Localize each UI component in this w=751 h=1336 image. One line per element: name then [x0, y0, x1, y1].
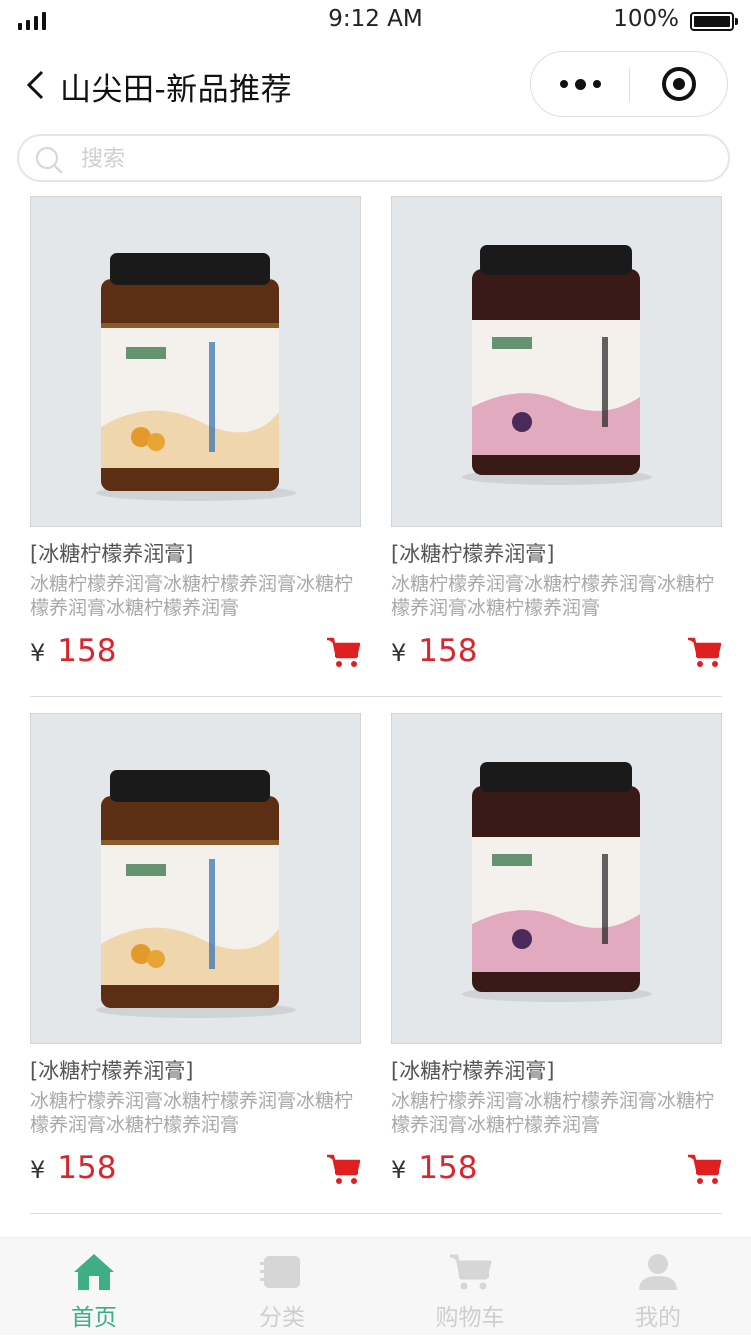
row-divider [30, 1213, 722, 1214]
product-price: ¥ 158 [391, 633, 477, 669]
status-bar: 9:12 AM 100% [0, 0, 751, 44]
product-name: [冰糖柠檬养润膏] [30, 1059, 194, 1083]
cart-icon [450, 1254, 492, 1290]
mini-program-capsule [530, 51, 728, 117]
tab-label: 首页 [71, 1305, 117, 1331]
add-to-cart-icon[interactable] [686, 1153, 722, 1187]
product-description: 冰糖柠檬养润膏冰糖柠檬养润膏冰糖柠檬养润膏冰糖柠檬养润膏 [30, 1090, 354, 1136]
page-title: 山尖田-新品推荐 [60, 72, 293, 108]
product-price: ¥ 158 [30, 1150, 116, 1186]
product-image[interactable] [391, 196, 722, 527]
user-icon [639, 1254, 677, 1290]
product-description: 冰糖柠檬养润膏冰糖柠檬养润膏冰糖柠檬养润膏冰糖柠檬养润膏 [30, 573, 354, 619]
product-card[interactable]: [冰糖柠檬养润膏] 冰糖柠檬养润膏冰糖柠檬养润膏冰糖柠檬养润膏冰糖柠檬养润膏 ¥… [30, 196, 361, 669]
price-value: 158 [57, 1150, 117, 1186]
product-price: ¥ 158 [30, 633, 116, 669]
product-image[interactable] [391, 713, 722, 1044]
add-to-cart-icon[interactable] [686, 636, 722, 670]
add-to-cart-icon[interactable] [325, 636, 361, 670]
product-name: [冰糖柠檬养润膏] [391, 1059, 555, 1083]
category-icon [260, 1256, 300, 1288]
price-value: 158 [57, 633, 117, 669]
dot-icon [574, 78, 586, 90]
add-to-cart-icon[interactable] [325, 1153, 361, 1187]
price-value: 158 [418, 1150, 478, 1186]
currency-symbol: ¥ [30, 1156, 46, 1184]
tab-label: 购物车 [435, 1305, 505, 1331]
product-description: 冰糖柠檬养润膏冰糖柠檬养润膏冰糖柠檬养润膏冰糖柠檬养润膏 [391, 573, 715, 619]
home-icon [74, 1254, 114, 1290]
target-icon [662, 67, 696, 101]
search-icon [35, 146, 63, 174]
dot-icon [592, 80, 601, 88]
product-name: [冰糖柠檬养润膏] [30, 542, 194, 566]
search-bar[interactable] [17, 134, 730, 182]
tab-label: 我的 [635, 1305, 681, 1331]
battery-icon [690, 12, 738, 31]
product-card[interactable]: [冰糖柠檬养润膏] 冰糖柠檬养润膏冰糖柠檬养润膏冰糖柠檬养润膏冰糖柠檬养润膏 ¥… [30, 713, 361, 1186]
nav-bar: 山尖田-新品推荐 [0, 50, 751, 120]
more-button[interactable] [531, 52, 629, 116]
tab-home[interactable]: 首页 [0, 1238, 188, 1336]
row-divider [30, 696, 722, 697]
product-card[interactable]: [冰糖柠檬养润膏] 冰糖柠檬养润膏冰糖柠檬养润膏冰糖柠檬养润膏冰糖柠檬养润膏 ¥… [391, 713, 722, 1186]
tab-profile[interactable]: 我的 [564, 1238, 751, 1336]
product-description: 冰糖柠檬养润膏冰糖柠檬养润膏冰糖柠檬养润膏冰糖柠檬养润膏 [391, 1090, 715, 1136]
back-icon[interactable] [24, 68, 54, 102]
price-value: 158 [418, 633, 478, 669]
close-button[interactable] [630, 52, 728, 116]
tab-label: 分类 [259, 1305, 305, 1331]
dot-icon [559, 80, 568, 88]
tab-category[interactable]: 分类 [188, 1238, 376, 1336]
product-image[interactable] [30, 196, 361, 527]
tab-cart[interactable]: 购物车 [376, 1238, 564, 1336]
product-image[interactable] [30, 713, 361, 1044]
product-price: ¥ 158 [391, 1150, 477, 1186]
currency-symbol: ¥ [391, 1156, 407, 1184]
currency-symbol: ¥ [30, 639, 46, 667]
product-card[interactable]: [冰糖柠檬养润膏] 冰糖柠檬养润膏冰糖柠檬养润膏冰糖柠檬养润膏冰糖柠檬养润膏 ¥… [391, 196, 722, 669]
product-name: [冰糖柠檬养润膏] [391, 542, 555, 566]
search-input[interactable] [79, 142, 703, 176]
battery-percentage: 100% [613, 6, 679, 32]
currency-symbol: ¥ [391, 639, 407, 667]
tab-bar: 首页 分类 购物车 我的 [0, 1237, 751, 1335]
